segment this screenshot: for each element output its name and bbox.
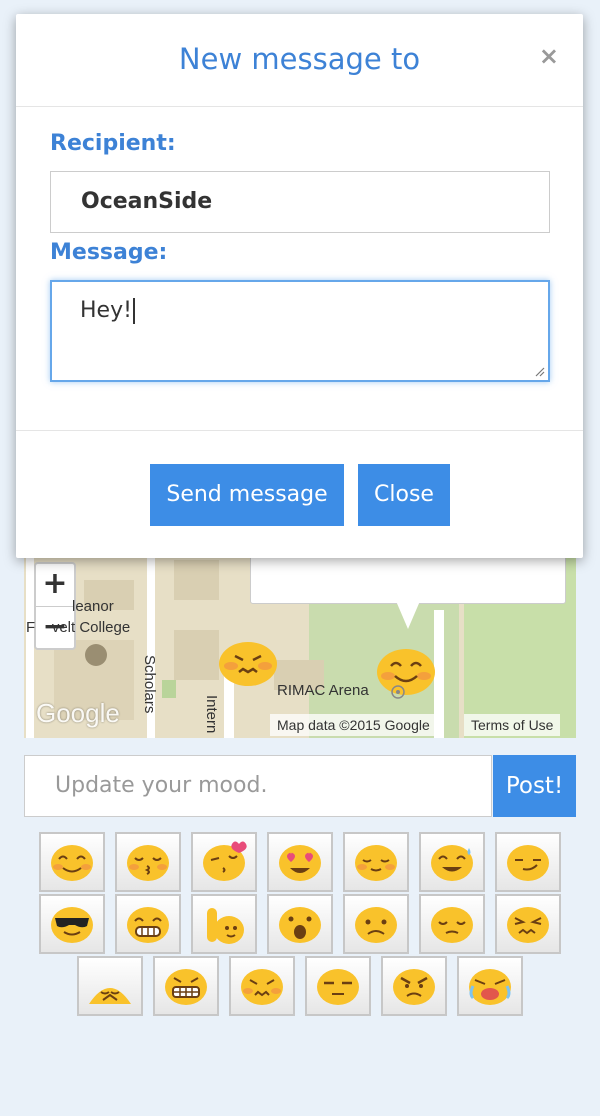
message-text: Hey! [80,298,132,323]
smiling-face-icon [51,845,93,881]
confounded-face-button[interactable] [495,894,561,954]
frowning-face-icon [355,907,397,943]
grinning-face-icon [127,907,169,943]
angry-face-map-marker[interactable] [217,636,279,686]
sweat-smile-face-icon [431,845,473,881]
sunglasses-face-button[interactable] [39,894,105,954]
map-label-intern: Intern [203,695,220,734]
grinning-face-button[interactable] [115,894,181,954]
send-message-button[interactable]: Send message [150,464,344,526]
relieved-face-icon [355,845,397,881]
close-icon[interactable]: × [539,42,559,70]
grimacing-face-button[interactable] [153,956,219,1016]
map-label-roosevelt: F velt College [26,619,131,636]
pensive-face-button[interactable] [419,894,485,954]
smiling-face-button[interactable] [39,832,105,892]
pouting-face-button[interactable] [229,956,295,1016]
screaming-face-icon [279,907,321,943]
angry-face-icon [393,969,435,1005]
new-message-modal: New message to × Recipient: OceanSide Me… [16,14,583,558]
emoji-row [0,956,600,1016]
kissing-face-icon [127,845,169,881]
unamused-face-icon [317,969,359,1005]
screaming-face-button[interactable] [267,894,333,954]
mood-input[interactable]: Update your mood. [24,755,492,817]
bowing-face-icon [89,988,131,1004]
message-textarea[interactable]: Hey! [50,280,550,382]
waving-face-button[interactable] [191,894,257,954]
modal-header: New message to × [16,14,583,107]
sunglasses-face-icon [51,907,93,943]
zoom-control: + − [34,562,76,650]
emoji-row [0,832,600,892]
map-label-scholars: Scholars [141,655,158,714]
confounded-face-icon [507,907,549,943]
map[interactable]: View OceanSide's Profile + − leanor F ve… [24,540,576,738]
heart-eyes-face-button[interactable] [267,832,333,892]
waving-face-icon [207,908,244,944]
emoji-picker [0,832,600,1018]
smirk-face-icon [507,845,549,881]
message-label: Message: [50,240,168,265]
map-label-rimac: RIMAC Arena [277,682,369,699]
pensive-face-icon [431,907,473,943]
smirk-face-button[interactable] [495,832,561,892]
post-button[interactable]: Post! [493,755,576,817]
text-cursor [132,298,135,324]
unamused-face-button[interactable] [305,956,371,1016]
recipient-label: Recipient: [50,131,176,156]
frowning-face-button[interactable] [343,894,409,954]
kissing-heart-face-button[interactable] [191,832,257,892]
map-attribution: Map data ©2015 Google [270,714,437,736]
map-label-eleanor: leanor [72,598,114,615]
modal-footer: Send message Close [16,430,583,559]
pouting-face-icon [241,969,283,1005]
zoom-in-button[interactable]: + [36,564,74,607]
resize-handle-icon[interactable] [533,365,545,377]
emoji-row [0,894,600,954]
close-button[interactable]: Close [358,464,450,526]
sweat-smile-face-button[interactable] [419,832,485,892]
modal-title: New message to [178,42,421,76]
kissing-heart-face-icon [203,841,247,881]
angry-face-button[interactable] [381,956,447,1016]
popup-pointer [396,601,420,629]
heart-eyes-face-icon [279,845,321,881]
crying-face-icon [469,969,511,1005]
grimacing-face-icon [165,969,207,1005]
google-logo: Google [36,698,120,728]
terms-of-use-link[interactable]: Terms of Use [464,714,561,736]
recipient-field[interactable]: OceanSide [50,171,550,233]
kissing-face-button[interactable] [115,832,181,892]
location-dot-icon [391,685,405,699]
bowing-face-button[interactable] [77,956,143,1016]
crying-face-button[interactable] [457,956,523,1016]
relieved-face-button[interactable] [343,832,409,892]
